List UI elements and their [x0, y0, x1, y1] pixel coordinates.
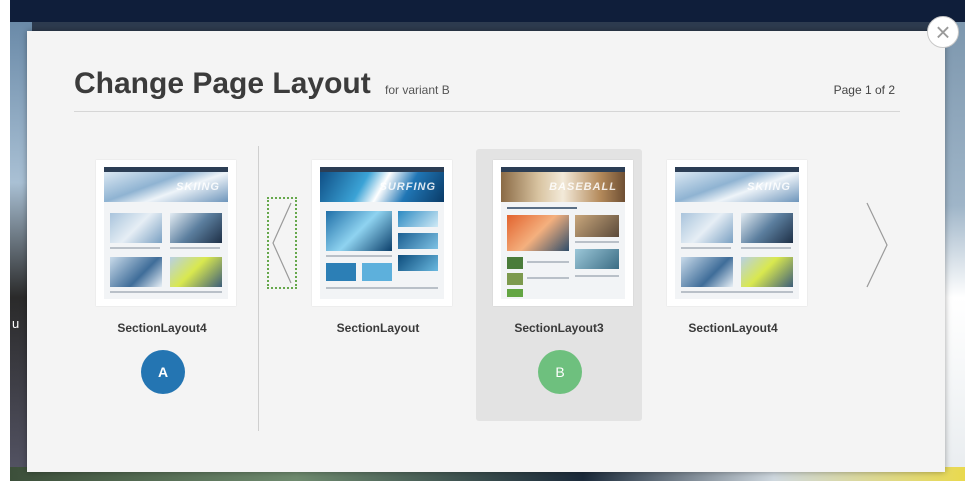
thumb-image [507, 215, 569, 251]
background-header [10, 0, 965, 22]
thumb-image [575, 215, 619, 237]
thumb-hero-text: BASEBALL [549, 181, 617, 193]
thumb-hero: SKIING [675, 172, 799, 202]
layout-label: SectionLayout [336, 321, 420, 335]
thumb-text-line [326, 287, 438, 289]
thumb-text-line [575, 241, 619, 243]
thumb-image [398, 233, 438, 249]
chevron-left-icon [272, 202, 292, 284]
current-layout-card[interactable]: SKIING SectionLayout4 A [79, 149, 245, 421]
thumb-image [507, 273, 523, 285]
layout-option-sectionlayout4[interactable]: SKIING SectionLayout4 [650, 149, 816, 421]
thumb-text-line [527, 261, 569, 263]
layout-label: SectionLayout4 [117, 321, 207, 335]
thumb-text-line [170, 247, 220, 249]
thumbnail-preview: BASEBALL [501, 167, 625, 299]
thumb-text-line [110, 247, 160, 249]
thumb-image [170, 213, 222, 243]
change-layout-modal: Change Page Layout for variant B Page 1 … [27, 31, 945, 472]
thumb-image [170, 257, 222, 287]
background-side-text: u [12, 316, 20, 331]
thumb-text-line [110, 291, 222, 293]
thumb-hero: SURFING [320, 172, 444, 202]
thumb-hero-text: SKIING [176, 181, 220, 193]
layout-label: SectionLayout3 [514, 321, 604, 335]
layout-option-sectionlayout3[interactable]: BASEBALL SectionLayout3 B [476, 149, 642, 421]
thumb-image [398, 255, 438, 271]
layout-label: SectionLayout4 [688, 321, 778, 335]
thumbnail-preview: SKIING [104, 167, 228, 299]
layout-thumbnail: SKIING [96, 160, 236, 306]
thumb-hero: SKIING [104, 172, 228, 202]
thumb-image [507, 289, 523, 297]
background-right-image [943, 22, 965, 481]
layout-thumbnail: SURFING [312, 160, 452, 306]
header-divider [74, 111, 900, 112]
thumb-text-line [741, 247, 791, 249]
thumbnail-preview: SURFING [320, 167, 444, 299]
modal-title: Change Page Layout [74, 67, 371, 100]
thumb-image [741, 257, 793, 287]
thumb-text-line [527, 277, 569, 279]
thumb-image [681, 257, 733, 287]
thumb-text-line [507, 207, 577, 209]
thumb-image [681, 213, 733, 243]
layout-thumbnail: SKIING [667, 160, 807, 306]
thumb-hero-text: SKIING [747, 181, 791, 193]
thumb-text-line [681, 247, 731, 249]
close-icon[interactable]: × [927, 16, 959, 48]
thumb-image [741, 213, 793, 243]
variant-a-badge: A [141, 350, 185, 394]
variant-b-badge: B [538, 350, 582, 394]
thumb-image [575, 249, 619, 269]
thumb-text-line [326, 255, 392, 257]
layout-option-sectionlayout[interactable]: SURFING SectionLayout [295, 149, 461, 421]
thumbnail-preview: SKIING [675, 167, 799, 299]
layout-thumbnail: BASEBALL [493, 160, 633, 306]
chevron-right-icon [866, 202, 888, 288]
thumb-image [398, 211, 438, 227]
previous-page-button[interactable] [267, 197, 297, 289]
thumb-image [362, 263, 392, 281]
thumb-image [110, 213, 162, 243]
page-indicator: Page 1 of 2 [833, 83, 895, 97]
thumb-image [326, 211, 392, 251]
thumb-image [326, 263, 356, 281]
thumb-image [110, 257, 162, 287]
next-page-button[interactable] [863, 199, 891, 291]
thumb-text-line [575, 275, 619, 277]
thumb-text-line [681, 291, 793, 293]
thumb-image [507, 257, 523, 269]
thumb-hero-text: SURFING [379, 181, 436, 193]
modal-subtitle: for variant B [385, 83, 450, 97]
vertical-divider [258, 146, 259, 431]
thumb-hero: BASEBALL [501, 172, 625, 202]
